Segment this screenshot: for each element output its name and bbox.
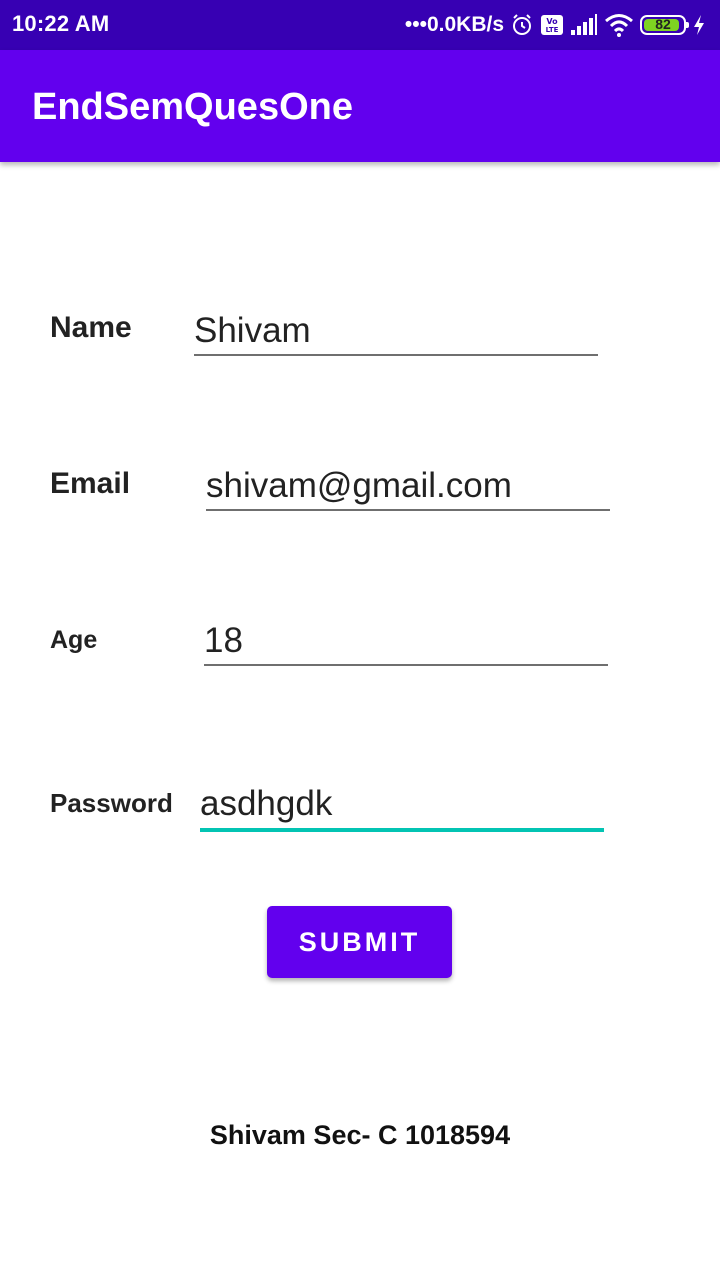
wifi-icon [605, 14, 633, 37]
email-label: Email [50, 467, 131, 500]
network-speed: •••0.0KB/s [404, 13, 504, 36]
name-input[interactable] [194, 308, 598, 356]
submit-button[interactable]: SUBMIT [267, 906, 452, 978]
status-time: 10:22 AM [12, 11, 110, 36]
battery-tip [686, 22, 689, 28]
signal-icon [571, 14, 597, 35]
charging-icon [694, 15, 704, 35]
status-icons: •••0.0KB/s Vo LTE 82 [405, 9, 712, 41]
name-label: Name [50, 311, 132, 344]
email-input[interactable] [206, 463, 610, 511]
alarm-icon [513, 14, 531, 35]
status-bar: 10:22 AM •••0.0KB/s Vo LTE 82 [0, 0, 720, 50]
svg-text:LTE: LTE [546, 26, 559, 34]
password-label: Password [50, 788, 173, 818]
app-title: EndSemQuesOne [32, 86, 353, 128]
battery-icon: 82 [640, 15, 689, 35]
svg-text:Vo: Vo [546, 17, 558, 26]
app-bar: EndSemQuesOne [0, 50, 720, 162]
footer-text: Shivam Sec- C 1018594 [209, 1120, 511, 1150]
battery-level: 82 [655, 16, 671, 32]
volte-icon: Vo LTE [541, 15, 563, 35]
password-input[interactable] [200, 780, 604, 832]
age-input[interactable] [204, 618, 608, 666]
age-label: Age [50, 626, 98, 654]
